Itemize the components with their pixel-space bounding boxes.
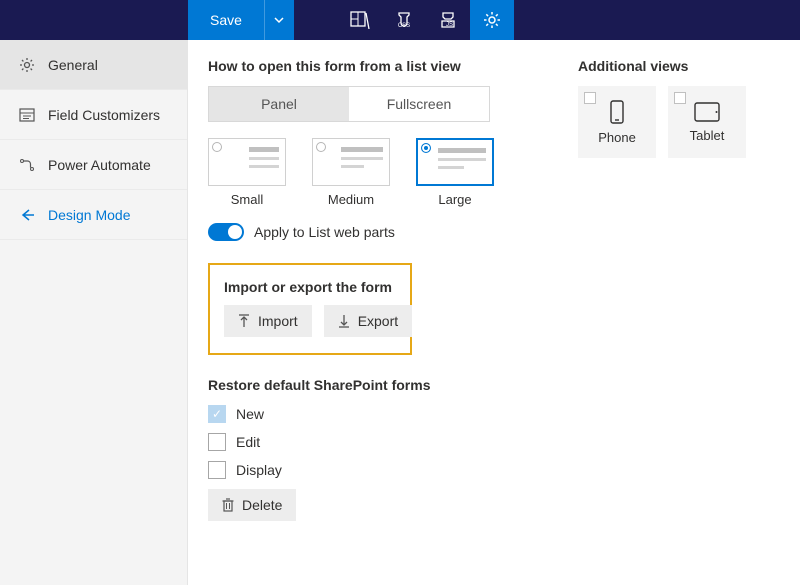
export-button[interactable]: Export — [324, 305, 412, 337]
open-form-title: How to open this form from a list view — [208, 58, 548, 74]
import-icon — [238, 314, 250, 328]
svg-text:CSS: CSS — [398, 23, 410, 29]
tablet-icon — [694, 102, 720, 122]
delete-label: Delete — [242, 497, 282, 513]
sidebar-item-label: Power Automate — [48, 157, 151, 173]
view-tablet-label: Tablet — [690, 128, 725, 143]
size-option-medium[interactable]: Medium — [312, 138, 390, 207]
sidebar-item-label: Design Mode — [48, 207, 131, 223]
import-export-title: Import or export the form — [224, 279, 396, 295]
view-tablet-checkbox[interactable] — [674, 92, 686, 104]
import-export-section: Import or export the form Import Export — [208, 263, 412, 355]
sidebar-item-general[interactable]: General — [0, 40, 187, 90]
segment-panel-button[interactable]: Panel — [209, 87, 349, 121]
size-option-small[interactable]: Small — [208, 138, 286, 207]
top-toolbar: Save CSS JS — [0, 0, 800, 40]
restore-edit-checkbox[interactable] — [208, 433, 226, 451]
gear-icon — [18, 56, 36, 74]
sidebar-item-power-automate[interactable]: Power Automate — [0, 140, 187, 190]
trash-icon — [222, 498, 234, 512]
svg-text:JS: JS — [446, 22, 453, 28]
size-option-large[interactable]: Large — [416, 138, 494, 207]
save-dropdown-button[interactable] — [264, 0, 294, 40]
view-phone-label: Phone — [598, 130, 636, 145]
sidebar-item-field-customizers[interactable]: Field Customizers — [0, 90, 187, 140]
layout-tool-icon[interactable] — [338, 0, 382, 40]
delete-button[interactable]: Delete — [208, 489, 296, 521]
sidebar-item-label: General — [48, 57, 98, 73]
form-icon — [18, 106, 36, 124]
open-mode-segment: Panel Fullscreen — [208, 86, 490, 122]
export-label: Export — [358, 313, 398, 329]
view-tablet-tile[interactable]: Tablet — [668, 86, 746, 158]
sidebar-item-design-mode[interactable]: Design Mode — [0, 190, 187, 240]
restore-display-checkbox[interactable] — [208, 461, 226, 479]
sidebar-item-label: Field Customizers — [48, 107, 160, 123]
import-button[interactable]: Import — [224, 305, 312, 337]
export-icon — [338, 314, 350, 328]
restore-title: Restore default SharePoint forms — [208, 377, 548, 393]
chevron-down-icon — [274, 15, 284, 25]
sidebar: General Field Customizers Power Automate… — [0, 40, 188, 585]
additional-views-title: Additional views — [578, 58, 780, 74]
flow-icon — [18, 156, 36, 174]
size-label: Small — [208, 192, 286, 207]
apply-toggle-label: Apply to List web parts — [254, 224, 395, 240]
restore-edit-label: Edit — [236, 434, 260, 450]
import-label: Import — [258, 313, 298, 329]
arrow-left-icon — [18, 206, 36, 224]
phone-icon — [609, 100, 625, 124]
js-tool-icon[interactable]: JS — [426, 0, 470, 40]
restore-new-label: New — [236, 406, 264, 422]
segment-fullscreen-button[interactable]: Fullscreen — [349, 87, 489, 121]
view-phone-tile[interactable]: Phone — [578, 86, 656, 158]
size-label: Large — [416, 192, 494, 207]
view-phone-checkbox[interactable] — [584, 92, 596, 104]
size-label: Medium — [312, 192, 390, 207]
save-button[interactable]: Save — [188, 0, 264, 40]
settings-icon[interactable] — [470, 0, 514, 40]
apply-toggle[interactable] — [208, 223, 244, 241]
restore-new-checkbox[interactable]: ✓ — [208, 405, 226, 423]
restore-display-label: Display — [236, 462, 282, 478]
css-tool-icon[interactable]: CSS — [382, 0, 426, 40]
